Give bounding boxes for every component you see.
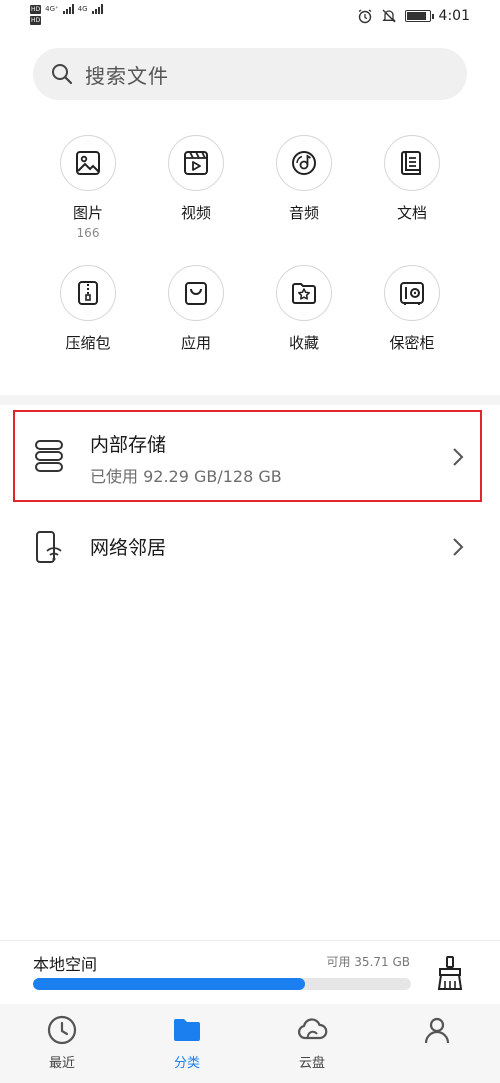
search-icon (52, 64, 73, 85)
audio-icon (292, 151, 316, 175)
tab-label: 分类 (173, 1056, 200, 1071)
category-videos-circle (168, 135, 224, 191)
highlight-annotation (13, 410, 482, 502)
search-placeholder: 搜索文件 (85, 63, 169, 88)
category-favorites[interactable]: 收藏 (250, 265, 358, 353)
category-label: 音频 (288, 204, 319, 222)
safe-icon (400, 282, 424, 305)
category-archives[interactable]: 压缩包 (34, 265, 142, 353)
tab-recent[interactable]: 最近 (17, 1014, 107, 1071)
phone-wifi-icon (36, 531, 62, 563)
broom-clean-icon[interactable] (433, 955, 467, 991)
status-bar: HD 4G⁺ 4G HD 4:01 (0, 0, 500, 36)
archive-icon (78, 281, 98, 305)
storage-progress-fill (33, 978, 306, 990)
chevron-right-icon (453, 538, 464, 556)
storage-progress-bar (33, 978, 411, 990)
signal-bars-icon-2 (91, 4, 103, 14)
category-label: 保密柜 (389, 334, 435, 352)
category-archives-circle (60, 265, 116, 321)
battery-icon (404, 10, 434, 22)
local-space-title: 本地空间 (33, 955, 98, 974)
signal-indicators: HD 4G⁺ 4G HD (30, 4, 103, 25)
category-documents[interactable]: 文档 (358, 135, 466, 223)
category-audio-circle (276, 135, 332, 191)
network-neighbors-row[interactable]: 网络邻居 (0, 515, 500, 579)
category-images-circle (60, 135, 116, 191)
bottom-tab-bar: 最近 分类 云盘 (0, 1004, 500, 1083)
category-safe[interactable]: 保密柜 (358, 265, 466, 353)
tab-categories[interactable]: 分类 (142, 1014, 232, 1071)
local-space-panel: 本地空间 可用 35.71 GB (0, 940, 500, 1004)
category-count: 166 (76, 226, 100, 240)
folder-icon (174, 1019, 200, 1041)
app-bag-icon (185, 282, 207, 305)
status-right: 4:01 (357, 8, 470, 24)
favorite-folder-icon (292, 283, 316, 304)
network-type-label: 4G⁺ (45, 5, 59, 13)
category-label: 图片 (72, 204, 103, 222)
category-documents-circle (384, 135, 440, 191)
network-neighbors-title: 网络邻居 (90, 537, 167, 559)
category-apps-circle (168, 265, 224, 321)
profile-icon (424, 1017, 450, 1044)
tab-label: 最近 (48, 1056, 75, 1071)
network-type-label-2: 4G (77, 5, 88, 13)
category-audio[interactable]: 音频 (250, 135, 358, 223)
clock-icon (47, 1015, 77, 1045)
cloud-icon (298, 1018, 328, 1040)
image-icon (76, 151, 100, 175)
search-bar[interactable]: 搜索文件 (33, 48, 467, 100)
tab-cloud[interactable]: 云盘 (267, 1014, 357, 1071)
category-label: 文档 (396, 204, 427, 222)
category-apps[interactable]: 应用 (142, 265, 250, 353)
category-label: 压缩包 (65, 334, 111, 352)
document-icon (401, 151, 421, 175)
section-divider (0, 395, 500, 405)
tab-profile[interactable] (392, 1014, 482, 1052)
clock-time: 4:01 (438, 8, 470, 24)
video-icon (184, 151, 208, 175)
category-videos[interactable]: 视频 (142, 135, 250, 223)
category-safe-circle (384, 265, 440, 321)
category-images[interactable]: 图片 166 (34, 135, 142, 240)
mute-bell-icon (381, 9, 396, 23)
local-space-available: 可用 35.71 GB (326, 955, 410, 969)
category-favorites-circle (276, 265, 332, 321)
category-label: 收藏 (288, 334, 319, 352)
tab-label: 云盘 (298, 1056, 325, 1071)
alarm-icon (358, 9, 371, 24)
hd-badge: HD (30, 5, 42, 14)
category-label: 视频 (180, 204, 211, 222)
signal-bars-icon (62, 4, 74, 14)
hd-badge-2: HD (30, 16, 42, 25)
category-label: 应用 (180, 334, 211, 352)
